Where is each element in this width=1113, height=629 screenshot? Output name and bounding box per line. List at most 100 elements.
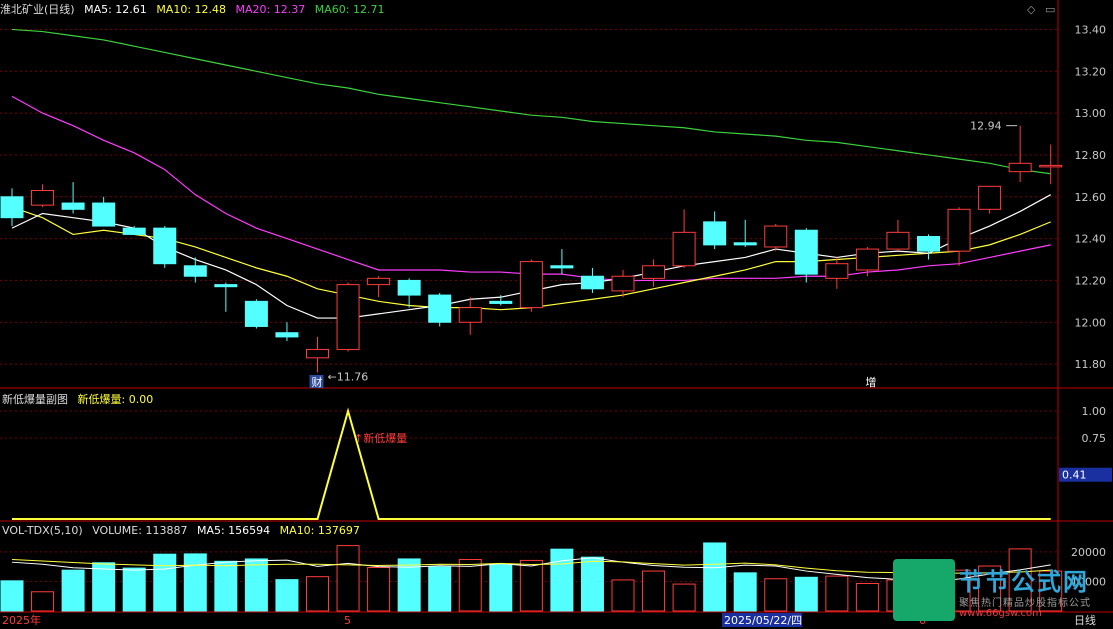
volume-bar bbox=[336, 545, 360, 612]
candle bbox=[917, 234, 940, 260]
candle bbox=[519, 259, 543, 312]
candle bbox=[978, 185, 1002, 214]
candle bbox=[947, 207, 971, 266]
candle-body bbox=[1039, 164, 1063, 168]
candle bbox=[489, 295, 513, 306]
ma10-legend: MA10: 12.48 bbox=[156, 3, 227, 16]
price-tick-label: 12.80 bbox=[1075, 149, 1107, 162]
volume-bar bbox=[153, 553, 177, 612]
candle-body bbox=[672, 231, 696, 267]
volume-title[interactable]: VOL-TDX(5,10) bbox=[2, 524, 83, 537]
candle-body bbox=[183, 265, 207, 277]
candle bbox=[92, 196, 116, 227]
indicator-signal-label: ↑新低爆量 bbox=[354, 431, 407, 445]
candle bbox=[580, 267, 604, 293]
candlestick-series[interactable]: 12.94 ←11.76 财 增 bbox=[0, 120, 1063, 389]
volume-bar bbox=[306, 576, 329, 612]
candle bbox=[153, 226, 177, 268]
indicator-current-value: 0.41 bbox=[1062, 469, 1087, 482]
low-price-label: ←11.76 bbox=[328, 370, 369, 383]
candle bbox=[306, 336, 329, 373]
candle bbox=[794, 228, 818, 283]
volume-bar bbox=[122, 567, 146, 612]
candle bbox=[214, 282, 238, 312]
indicator-panel-header: 新低爆量副图 新低爆量: 0.00 bbox=[2, 392, 159, 408]
date-axis-label: 日线 bbox=[1074, 613, 1096, 627]
candle-body bbox=[428, 294, 452, 323]
price-tick-label: 12.60 bbox=[1075, 191, 1107, 204]
candle-body bbox=[0, 196, 24, 219]
candle-body bbox=[336, 284, 360, 350]
candle bbox=[764, 223, 788, 252]
candle bbox=[825, 257, 849, 289]
stock-chart-window[interactable]: 13.40 13.20 13.00 12.80 12.60 12.40 12.20 12.00… bbox=[0, 0, 1113, 629]
date-axis-label: 2025年 bbox=[2, 613, 41, 627]
cai-tag: 财 bbox=[312, 375, 323, 389]
candle-body bbox=[458, 307, 482, 323]
candle bbox=[733, 219, 757, 247]
volume-bar bbox=[764, 578, 788, 612]
candle-body bbox=[214, 284, 238, 288]
volume-bar bbox=[580, 556, 604, 612]
volume-bar bbox=[31, 591, 55, 612]
volume-bar bbox=[519, 559, 543, 612]
watermark-url: www.66gsw.com bbox=[959, 608, 1042, 619]
watermark-slogan: 聚焦热门精品炒股指标公式 bbox=[959, 598, 1091, 609]
candle-body bbox=[367, 277, 391, 286]
ma20-legend: MA20: 12.37 bbox=[235, 3, 306, 16]
indicator-tick-label: 0.75 bbox=[1082, 432, 1107, 445]
volume-bar bbox=[275, 579, 299, 612]
ma60-legend: MA60: 12.71 bbox=[314, 3, 385, 16]
candle bbox=[642, 259, 666, 287]
price-tick-label: 11.80 bbox=[1075, 358, 1107, 371]
candle bbox=[703, 211, 727, 250]
candle-body bbox=[122, 227, 146, 235]
candle-body bbox=[92, 202, 116, 227]
candle-body bbox=[31, 189, 55, 206]
maximize-icon[interactable]: ▭ bbox=[1045, 3, 1055, 16]
candle-body bbox=[61, 202, 85, 210]
volume-bar bbox=[428, 566, 452, 612]
volume-bar bbox=[672, 583, 696, 612]
price-tick-label: 13.20 bbox=[1075, 65, 1107, 78]
volume-bar bbox=[855, 582, 879, 612]
candle-body bbox=[947, 208, 971, 252]
candle-body bbox=[855, 248, 879, 271]
candle-body bbox=[642, 265, 666, 279]
stock-title[interactable]: 淮北矿业(日线) bbox=[0, 3, 75, 16]
candle bbox=[550, 249, 574, 275]
volume-bar bbox=[611, 579, 635, 612]
candle bbox=[458, 297, 482, 335]
candle bbox=[397, 278, 421, 308]
candle-body bbox=[397, 279, 421, 296]
candle bbox=[122, 226, 146, 235]
candle-body bbox=[519, 261, 543, 309]
volume-bar bbox=[92, 562, 116, 612]
price-tick-label: 13.40 bbox=[1075, 23, 1107, 36]
candle bbox=[367, 276, 391, 298]
indicator-tick-label: 1.00 bbox=[1082, 405, 1107, 418]
grid-lines: 13.40 13.20 13.00 12.80 12.60 12.40 12.20 12.00… bbox=[0, 0, 1113, 613]
diamond-icon[interactable]: ◇ bbox=[1027, 3, 1035, 16]
indicator-series: 1.00 0.75 0.41 ↑新低爆量 bbox=[0, 405, 1112, 520]
price-tick-label: 12.40 bbox=[1075, 233, 1107, 246]
candle-body bbox=[275, 332, 299, 338]
volume-panel-header: VOL-TDX(5,10) VOLUME: 113887 MA5: 156594… bbox=[2, 523, 366, 539]
candle bbox=[183, 257, 207, 283]
zeng-tag: 增 bbox=[865, 375, 876, 389]
candle bbox=[672, 209, 696, 268]
candle-body bbox=[825, 263, 849, 279]
volume-bar bbox=[794, 576, 818, 612]
ma60-line bbox=[11, 28, 1051, 175]
indicator-title[interactable]: 新低爆量副图 bbox=[2, 393, 68, 406]
indicator-value: 新低爆量: 0.00 bbox=[77, 393, 154, 406]
candle bbox=[1008, 125, 1032, 183]
volume-bar bbox=[183, 553, 207, 612]
volume-bar bbox=[489, 563, 513, 612]
price-tick-label: 12.00 bbox=[1075, 316, 1107, 329]
watermark-logo bbox=[893, 559, 955, 621]
volume-bar bbox=[458, 559, 482, 612]
volume-bar bbox=[0, 580, 24, 612]
volume-bar bbox=[367, 567, 391, 612]
candle-body bbox=[580, 275, 604, 290]
